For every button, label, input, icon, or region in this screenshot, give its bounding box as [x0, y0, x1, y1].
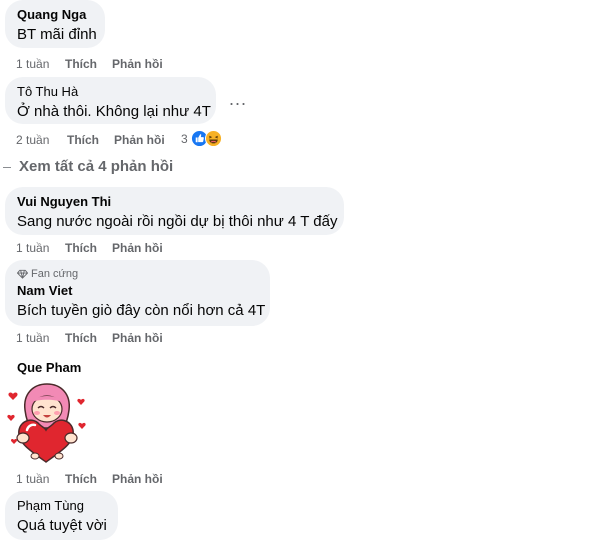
- reply-action[interactable]: Phản hồi: [114, 132, 165, 148]
- comment-author[interactable]: Phạm Tùng: [17, 498, 106, 514]
- comment-author[interactable]: Vui Nguyen Thi: [17, 194, 332, 210]
- comment-timestamp[interactable]: 1 tuần: [16, 330, 49, 346]
- comment-text: Bích tuyền giò đây còn nổi hơn cả 4T: [17, 302, 266, 319]
- comment-text: BT mãi đỉnh: [17, 26, 97, 43]
- comment-timestamp[interactable]: 1 tuần: [16, 56, 49, 72]
- comment-text: Sang nước ngoài rồi ngồi dự bị thôi như …: [17, 213, 338, 230]
- comment-bubble: Vui Nguyen Thi Sang nước ngoài rồi ngồi …: [5, 187, 344, 235]
- haha-icon: [204, 130, 222, 147]
- reply-action[interactable]: Phản hồi: [112, 56, 163, 72]
- like-action[interactable]: Thích: [65, 240, 97, 256]
- comment-author[interactable]: Tô Thu Hà: [17, 84, 204, 100]
- reaction-count: 3: [181, 131, 188, 146]
- badge-label: Fan cứng: [31, 268, 79, 280]
- girl-hugging-heart-sticker: [7, 383, 86, 463]
- comment-timestamp[interactable]: 1 tuần: [16, 471, 49, 487]
- fan-badge[interactable]: Fan cứng: [17, 267, 258, 281]
- comment-text: Quá tuyệt vời: [17, 517, 107, 534]
- reaction-summary[interactable]: 3: [181, 130, 222, 147]
- like-action[interactable]: Thích: [65, 56, 97, 72]
- like-action[interactable]: Thích: [65, 330, 97, 346]
- comment-timestamp[interactable]: 2 tuần: [16, 132, 49, 148]
- more-options-icon[interactable]: ...: [229, 90, 247, 108]
- comment-author[interactable]: Que Pham: [17, 360, 81, 375]
- comment-timestamp[interactable]: 1 tuần: [16, 240, 49, 256]
- comment-bubble: Phạm Tùng Quá tuyệt vời: [5, 491, 118, 540]
- view-all-label: Xem tất cả 4 phản hồi: [19, 158, 174, 175]
- reply-action[interactable]: Phản hồi: [112, 330, 163, 346]
- comment-author[interactable]: Nam Viet: [17, 283, 258, 299]
- diamond-icon: [17, 269, 28, 279]
- comment-author[interactable]: Quang Nga: [17, 7, 93, 23]
- like-action[interactable]: Thích: [65, 471, 97, 487]
- comment-text: Ở nhà thôi. Không lại như 4T: [17, 103, 211, 120]
- view-all-replies-link[interactable]: Xem tất cả 4 phản hồi: [3, 158, 173, 175]
- comment-bubble: Fan cứng Nam Viet Bích tuyền giò đây còn…: [5, 260, 270, 326]
- comment-bubble: Quang Nga BT mãi đỉnh: [5, 0, 105, 48]
- comment-bubble: Tô Thu Hà Ở nhà thôi. Không lại như 4T: [5, 77, 216, 124]
- like-action[interactable]: Thích: [67, 132, 99, 148]
- reply-action[interactable]: Phản hồi: [112, 240, 163, 256]
- thread-line: [3, 166, 11, 168]
- reply-action[interactable]: Phản hồi: [112, 471, 163, 487]
